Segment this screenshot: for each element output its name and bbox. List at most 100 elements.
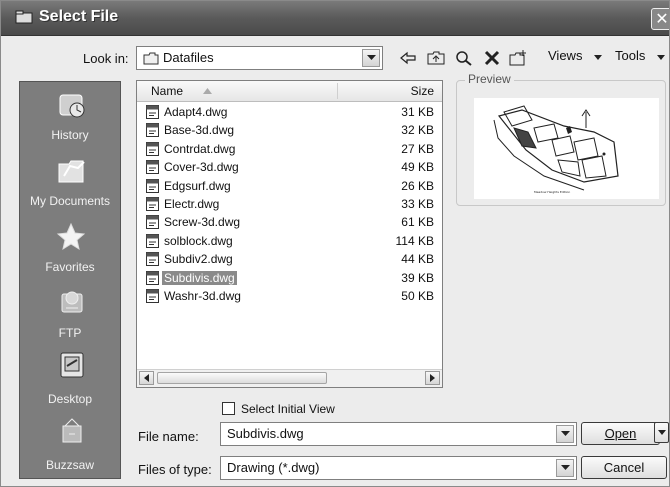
file-name: Contrdat.dwg	[164, 141, 236, 156]
look-in-dropdown[interactable]: Datafiles	[136, 46, 383, 70]
file-name: Base-3d.dwg	[164, 123, 235, 138]
file-name: Screw-3d.dwg	[164, 215, 241, 230]
dwg-file-icon	[146, 197, 159, 211]
back-arrow-icon	[400, 51, 416, 65]
file-row[interactable]: Edgsurf.dwg 26 KB	[137, 177, 442, 195]
close-button[interactable]: ✕	[651, 8, 669, 30]
column-divider[interactable]	[337, 83, 338, 99]
select-initial-view-checkbox[interactable]	[222, 402, 235, 415]
file-name: Electr.dwg	[164, 197, 220, 211]
file-size: 50 KB	[401, 289, 434, 303]
file-size: 114 KB	[395, 233, 434, 248]
scroll-left-button[interactable]	[139, 371, 154, 385]
preview-image: Meadow Heights Edition	[474, 98, 659, 199]
file-size: 32 KB	[401, 123, 434, 138]
dwg-file-icon	[146, 105, 159, 119]
file-row[interactable]: Washr-3d.dwg 50 KB	[137, 287, 442, 305]
file-row[interactable]: Cover-3d.dwg 49 KB	[137, 158, 442, 176]
back-button[interactable]	[397, 48, 419, 68]
views-menu[interactable]: Views	[548, 48, 603, 63]
file-name: Cover-3d.dwg	[164, 160, 239, 175]
chevron-down-icon	[594, 55, 603, 60]
place-label: History	[51, 128, 89, 142]
place-favorites[interactable]: Favorites	[20, 214, 120, 280]
file-name: solblock.dwg	[164, 233, 233, 248]
file-name: Adapt4.dwg	[164, 105, 228, 119]
drawing-thumbnail	[493, 105, 619, 191]
places-bar: History My Documents Favorites FTP Deskt…	[19, 81, 121, 479]
file-name-dropdown-button[interactable]	[556, 425, 574, 443]
file-name: Washr-3d.dwg	[164, 289, 241, 303]
file-name: Subdivis.dwg	[162, 270, 237, 285]
dwg-file-icon	[146, 270, 159, 285]
open-button[interactable]: Open	[581, 422, 660, 445]
file-row[interactable]: solblock.dwg 114 KB	[137, 232, 442, 250]
chevron-down-icon	[560, 465, 570, 470]
tools-menu-label: Tools	[615, 48, 646, 63]
select-initial-view-label[interactable]: Select Initial View	[241, 402, 335, 416]
file-row[interactable]: Electr.dwg 33 KB	[137, 195, 442, 213]
search-icon	[456, 51, 472, 66]
up-one-level-button[interactable]	[425, 48, 447, 68]
place-label: My Documents	[29, 194, 111, 208]
file-size: 49 KB	[401, 160, 434, 175]
desktop-icon	[60, 352, 84, 378]
file-size: 61 KB	[401, 215, 434, 230]
folder-icon	[143, 52, 159, 65]
place-history[interactable]: History	[20, 82, 120, 148]
file-size: 27 KB	[401, 141, 434, 156]
place-ftp[interactable]: FTP	[20, 280, 120, 346]
place-buzzsaw[interactable]: Buzzsaw	[20, 412, 120, 478]
file-name-value: Subdivis.dwg	[227, 426, 304, 441]
arrow-right-icon	[430, 374, 435, 382]
scroll-thumb[interactable]	[157, 372, 327, 384]
cancel-button[interactable]: Cancel	[581, 456, 667, 479]
chevron-down-icon	[657, 430, 666, 435]
file-row[interactable]: Screw-3d.dwg 61 KB	[137, 213, 442, 231]
column-header-name[interactable]: Name	[151, 84, 183, 98]
arrow-left-icon	[144, 374, 149, 382]
place-label: Desktop	[47, 392, 93, 406]
file-list-header: Name Size	[137, 81, 442, 102]
files-of-type-dropdown[interactable]: Drawing (*.dwg)	[220, 456, 577, 480]
open-button-label: Open	[604, 426, 637, 441]
file-row[interactable]: Contrdat.dwg 27 KB	[137, 140, 442, 158]
place-desktop[interactable]: Desktop	[20, 346, 120, 412]
file-list[interactable]: Name Size Adapt4.dwg 31 KB Base-3d.dwg 32 K…	[136, 80, 443, 388]
files-of-type-label: Files of type:	[138, 462, 212, 477]
look-in-dropdown-button[interactable]	[362, 49, 380, 67]
file-row[interactable]: Base-3d.dwg 32 KB	[137, 121, 442, 139]
delete-button[interactable]	[481, 48, 503, 68]
file-row[interactable]: Adapt4.dwg 31 KB	[137, 103, 442, 121]
dwg-file-icon	[146, 289, 159, 303]
file-row[interactable]: Subdivis.dwg 39 KB	[137, 269, 442, 287]
place-label: FTP	[58, 326, 82, 340]
buzzsaw-icon	[62, 418, 82, 443]
file-row[interactable]: Subdiv2.dwg 44 KB	[137, 250, 442, 268]
files-of-type-value: Drawing (*.dwg)	[227, 460, 320, 475]
dwg-file-icon	[146, 252, 159, 267]
file-size: 31 KB	[401, 105, 434, 119]
horizontal-scrollbar[interactable]	[137, 369, 442, 387]
new-folder-icon	[509, 50, 526, 66]
file-size: 33 KB	[401, 197, 434, 211]
preview-panel: Preview Meadow Heights Edition	[456, 72, 666, 206]
files-of-type-dropdown-button[interactable]	[556, 459, 574, 477]
column-header-size[interactable]: Size	[411, 84, 434, 98]
search-web-button[interactable]	[453, 48, 475, 68]
chevron-down-icon	[560, 431, 570, 436]
dwg-file-icon	[146, 178, 159, 193]
scroll-right-button[interactable]	[425, 371, 440, 385]
file-name-field[interactable]: Subdivis.dwg	[220, 422, 577, 446]
dialog-title: Select File	[39, 8, 119, 25]
cancel-button-label: Cancel	[603, 460, 645, 475]
tools-menu[interactable]: Tools	[615, 48, 665, 63]
file-size: 39 KB	[401, 270, 434, 285]
place-my-documents[interactable]: My Documents	[20, 148, 120, 214]
file-name: Edgsurf.dwg	[164, 178, 231, 193]
create-new-folder-button[interactable]	[507, 48, 529, 68]
my-documents-icon	[58, 160, 85, 183]
select-file-dialog: Select File ✕ Look in: Datafiles Views T…	[0, 0, 670, 487]
open-options-button[interactable]	[654, 422, 669, 443]
file-size: 44 KB	[401, 252, 434, 267]
